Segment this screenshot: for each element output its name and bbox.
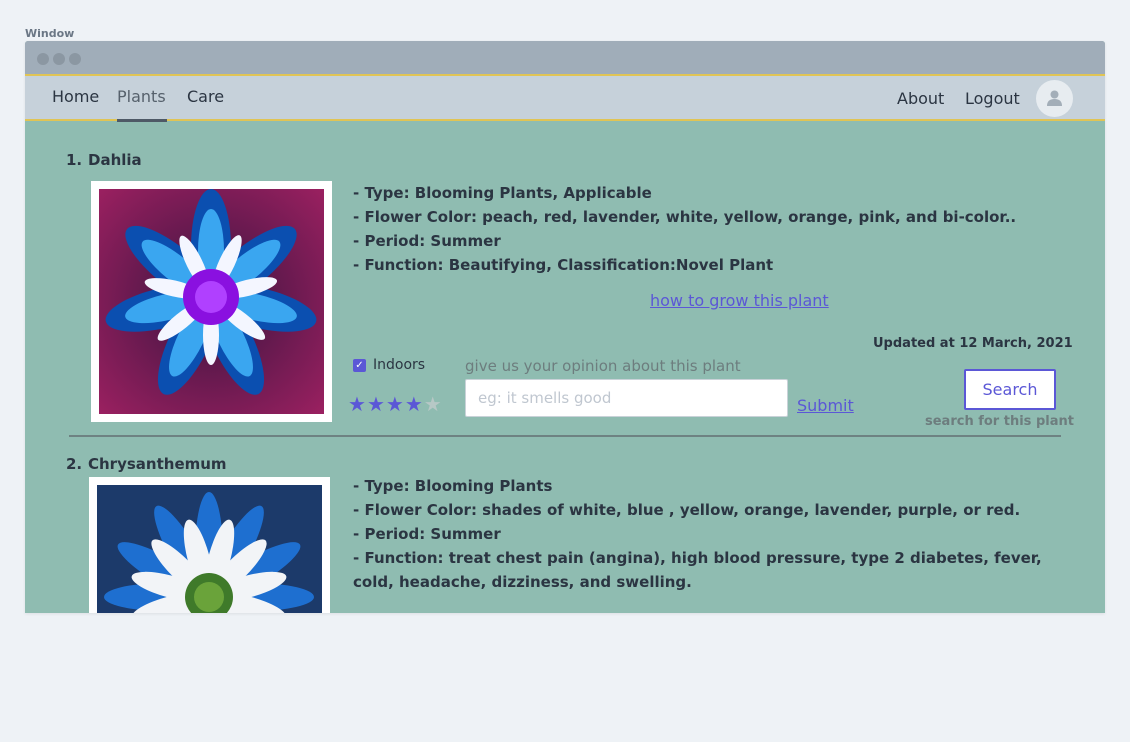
star-icon[interactable]: ★ (405, 392, 424, 416)
plant-name: Chrysanthemum (88, 455, 227, 473)
dahlia-photo (99, 189, 324, 414)
plant-number: 1. (66, 151, 83, 169)
star-icon[interactable]: ★ (386, 392, 405, 416)
submit-link[interactable]: Submit (797, 396, 854, 415)
updated-date: Updated at 12 March, 2021 (873, 336, 1073, 351)
detail-function: - Function: treat chest pain (angina), h… (353, 549, 1042, 567)
opinion-input[interactable] (465, 379, 788, 417)
indoors-label: Indoors (373, 357, 426, 373)
detail-flower-color: - Flower Color: peach, red, lavender, wh… (353, 208, 1017, 226)
star-icon[interactable]: ★ (348, 392, 367, 416)
how-to-grow-link[interactable]: how to grow this plant (650, 291, 829, 310)
indoors-checkbox[interactable]: ✓ Indoors (353, 357, 425, 373)
avatar[interactable] (1036, 80, 1073, 117)
search-button[interactable]: Search (964, 369, 1056, 410)
nav-logout[interactable]: Logout (965, 89, 1020, 108)
detail-flower-color: - Flower Color: shades of white, blue , … (353, 501, 1021, 519)
plant-name: Dahlia (88, 151, 142, 169)
star-rating[interactable]: ★★★★★ (348, 392, 443, 416)
detail-function: - Function: Beautifying, Classification:… (353, 256, 774, 274)
detail-period: - Period: Summer (353, 525, 501, 543)
detail-function-cont: cold, headache, dizziness, and swelling. (353, 573, 692, 591)
plant-list: 1. Dahlia - Type: Blooming Plants, Appli… (25, 121, 1105, 613)
plant-image-dahlia (91, 181, 332, 422)
detail-type: - Type: Blooming Plants (353, 477, 553, 495)
window-label: Window (25, 27, 75, 40)
nav-care[interactable]: Care (187, 87, 224, 106)
window-minimize-dot[interactable] (53, 53, 65, 65)
plant-title: 2. Chrysanthemum (66, 455, 227, 473)
opinion-label: give us your opinion about this plant (465, 357, 741, 375)
detail-type: - Type: Blooming Plants, Applicable (353, 184, 652, 202)
check-icon[interactable]: ✓ (353, 358, 366, 372)
star-icon[interactable]: ★ (424, 392, 443, 416)
plant-title: 1. Dahlia (66, 151, 142, 169)
nav-plants[interactable]: Plants (117, 87, 166, 106)
plant-image-chrysanthemum (89, 477, 330, 613)
app-window: Home Plants Care About Logout 1. Dahlia (25, 41, 1105, 613)
search-hint: search for this plant (925, 414, 1074, 429)
user-icon (1047, 90, 1062, 106)
divider (69, 435, 1061, 437)
title-bar (25, 41, 1105, 76)
plant-number: 2. (66, 455, 83, 473)
plant-details: - Type: Blooming Plants - Flower Color: … (353, 474, 1042, 594)
detail-period: - Period: Summer (353, 232, 501, 250)
chrysanthemum-photo (97, 485, 322, 613)
window-maximize-dot[interactable] (69, 53, 81, 65)
window-close-dot[interactable] (37, 53, 49, 65)
star-icon[interactable]: ★ (367, 392, 386, 416)
nav-about[interactable]: About (897, 89, 944, 108)
nav-bar: Home Plants Care About Logout (25, 76, 1105, 122)
plant-details: - Type: Blooming Plants, Applicable - Fl… (353, 181, 1016, 277)
nav-home[interactable]: Home (52, 87, 99, 106)
